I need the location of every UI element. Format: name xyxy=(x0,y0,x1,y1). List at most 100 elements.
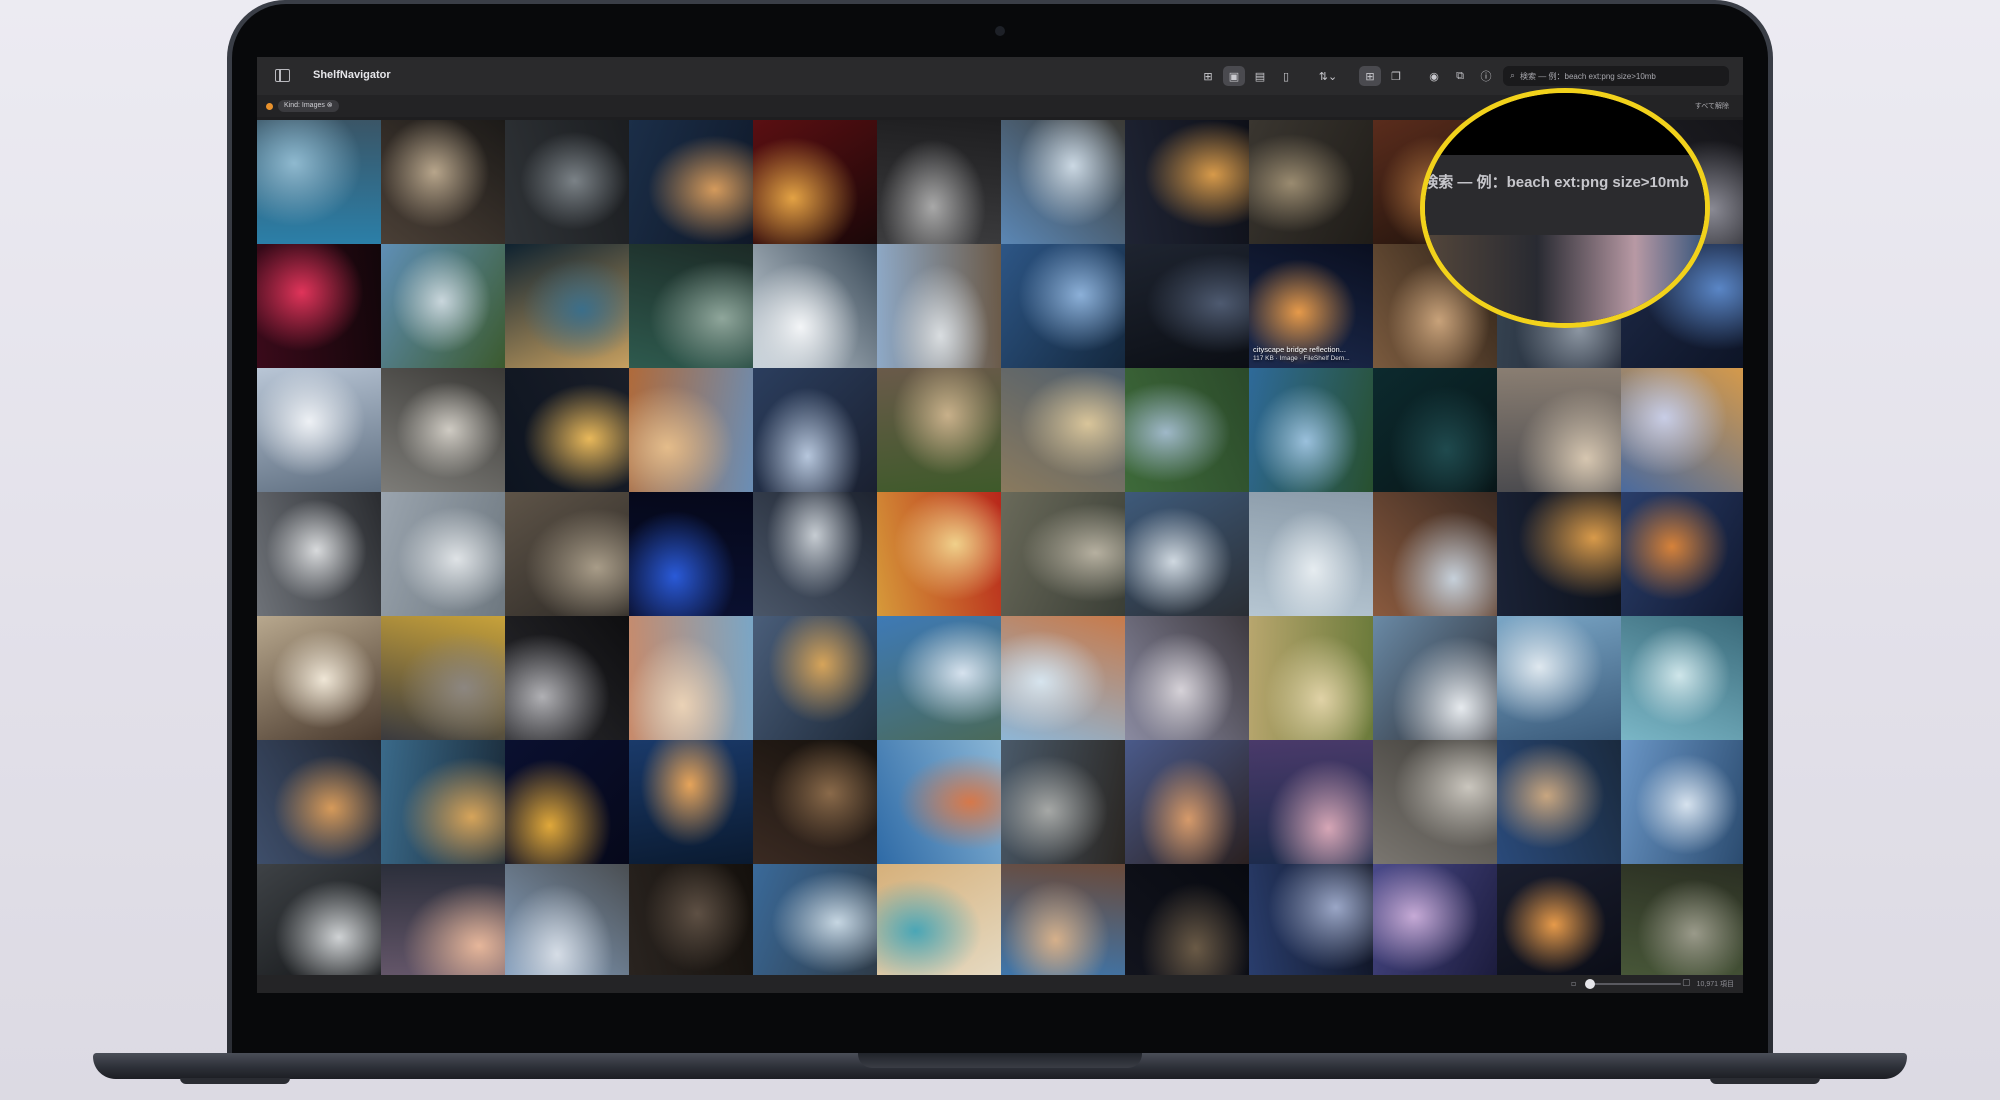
image-thumbnail[interactable] xyxy=(505,368,629,492)
image-thumbnail[interactable] xyxy=(1001,368,1125,492)
image-thumbnail[interactable] xyxy=(753,368,877,492)
image-thumbnail[interactable] xyxy=(629,492,753,616)
image-thumbnail[interactable] xyxy=(1249,864,1373,975)
image-thumbnail[interactable] xyxy=(257,120,381,244)
zoom-slider[interactable] xyxy=(1585,983,1681,985)
image-thumbnail[interactable] xyxy=(753,492,877,616)
image-thumbnail[interactable] xyxy=(629,368,753,492)
image-thumbnail[interactable]: cityscape bridge reflection... 117 KB · I… xyxy=(1249,244,1373,368)
image-thumbnail[interactable] xyxy=(1497,616,1621,740)
grid-small-icon[interactable]: ⊞ xyxy=(1197,66,1219,86)
image-thumbnail[interactable] xyxy=(1249,616,1373,740)
image-thumbnail[interactable] xyxy=(1373,864,1497,975)
preview-icon[interactable]: ◉ xyxy=(1423,66,1445,86)
image-thumbnail[interactable] xyxy=(629,864,753,975)
image-thumbnail[interactable] xyxy=(877,740,1001,864)
image-thumbnail[interactable] xyxy=(1249,740,1373,864)
image-thumbnail[interactable] xyxy=(753,244,877,368)
image-thumbnail[interactable] xyxy=(1373,740,1497,864)
image-thumbnail[interactable] xyxy=(1125,244,1249,368)
document-icon[interactable]: ▯ xyxy=(1275,66,1297,86)
image-thumbnail[interactable] xyxy=(1497,864,1621,975)
image-thumbnail[interactable] xyxy=(877,120,1001,244)
filmstrip-icon[interactable]: ▤ xyxy=(1249,66,1271,86)
image-thumbnail[interactable] xyxy=(877,864,1001,975)
image-thumbnail[interactable] xyxy=(505,244,629,368)
image-thumbnail[interactable] xyxy=(505,616,629,740)
image-thumbnail[interactable] xyxy=(1249,368,1373,492)
image-thumbnail[interactable] xyxy=(877,244,1001,368)
image-thumbnail[interactable] xyxy=(1249,120,1373,244)
callout-thumbnail-strip xyxy=(1425,235,1705,323)
image-thumbnail[interactable] xyxy=(505,492,629,616)
image-thumbnail[interactable] xyxy=(505,740,629,864)
image-thumbnail[interactable] xyxy=(1125,740,1249,864)
laptop-notch xyxy=(858,1053,1142,1068)
photo-icon[interactable]: ▣ xyxy=(1223,66,1245,86)
image-thumbnail[interactable] xyxy=(1621,368,1743,492)
image-thumbnail[interactable] xyxy=(1001,492,1125,616)
image-thumbnail[interactable] xyxy=(1497,368,1621,492)
item-count: 10,971 項目 xyxy=(1696,981,1734,988)
image-thumbnail[interactable] xyxy=(257,864,381,975)
image-thumbnail[interactable] xyxy=(1125,120,1249,244)
image-thumbnail[interactable] xyxy=(257,740,381,864)
filter-status-dot xyxy=(266,103,273,110)
image-thumbnail[interactable] xyxy=(257,616,381,740)
thumbnail-caption: cityscape bridge reflection... 117 KB · I… xyxy=(1253,345,1350,363)
image-thumbnail[interactable] xyxy=(1497,740,1621,864)
image-thumbnail[interactable] xyxy=(1621,740,1743,864)
grid-large-icon[interactable]: ⊞ xyxy=(1359,66,1381,86)
image-thumbnail[interactable] xyxy=(753,864,877,975)
image-thumbnail[interactable] xyxy=(753,740,877,864)
image-thumbnail[interactable] xyxy=(1125,864,1249,975)
image-thumbnail[interactable] xyxy=(381,120,505,244)
image-thumbnail[interactable] xyxy=(505,120,629,244)
image-thumbnail[interactable] xyxy=(1249,492,1373,616)
zoom-slider-knob[interactable] xyxy=(1584,979,1595,989)
image-thumbnail[interactable] xyxy=(257,368,381,492)
windows-icon[interactable]: ❐ xyxy=(1385,66,1407,86)
image-thumbnail[interactable] xyxy=(753,120,877,244)
image-thumbnail[interactable] xyxy=(629,244,753,368)
image-thumbnail[interactable] xyxy=(1001,616,1125,740)
image-thumbnail[interactable] xyxy=(1001,864,1125,975)
caption-title: cityscape bridge reflection... xyxy=(1253,345,1346,354)
image-thumbnail[interactable] xyxy=(381,244,505,368)
image-thumbnail[interactable] xyxy=(1621,616,1743,740)
image-thumbnail[interactable] xyxy=(381,368,505,492)
image-thumbnail[interactable] xyxy=(381,616,505,740)
image-thumbnail[interactable] xyxy=(629,616,753,740)
sidebar-icon[interactable] xyxy=(275,69,290,82)
image-thumbnail[interactable] xyxy=(381,864,505,975)
image-thumbnail[interactable] xyxy=(877,368,1001,492)
info-icon[interactable]: ⓘ xyxy=(1475,66,1497,86)
image-thumbnail[interactable] xyxy=(1001,740,1125,864)
image-thumbnail[interactable] xyxy=(877,492,1001,616)
image-thumbnail[interactable] xyxy=(505,864,629,975)
image-thumbnail[interactable] xyxy=(1125,368,1249,492)
image-thumbnail[interactable] xyxy=(753,616,877,740)
image-thumbnail[interactable] xyxy=(1001,120,1125,244)
image-thumbnail[interactable] xyxy=(1621,492,1743,616)
image-thumbnail[interactable] xyxy=(257,492,381,616)
image-thumbnail[interactable] xyxy=(629,120,753,244)
image-thumbnail[interactable] xyxy=(877,616,1001,740)
filter-chip-kind[interactable]: Kind: Images ⊗ xyxy=(278,100,339,112)
copy-icon[interactable]: ⧉ xyxy=(1449,66,1471,86)
image-thumbnail[interactable] xyxy=(629,740,753,864)
image-thumbnail[interactable] xyxy=(1373,492,1497,616)
image-thumbnail[interactable] xyxy=(1621,864,1743,975)
image-thumbnail[interactable] xyxy=(381,740,505,864)
image-thumbnail[interactable] xyxy=(1373,616,1497,740)
toolbar-separator xyxy=(1301,66,1309,86)
image-thumbnail[interactable] xyxy=(1373,368,1497,492)
image-thumbnail[interactable] xyxy=(1001,244,1125,368)
search-field[interactable]: ⌕ 検索 — 例：beach ext:png size>10mb xyxy=(1503,66,1729,86)
image-thumbnail[interactable] xyxy=(1125,492,1249,616)
image-thumbnail[interactable] xyxy=(381,492,505,616)
image-thumbnail[interactable] xyxy=(1125,616,1249,740)
sort-icon[interactable]: ⇅⌄ xyxy=(1313,66,1343,86)
image-thumbnail[interactable] xyxy=(257,244,381,368)
image-thumbnail[interactable] xyxy=(1497,492,1621,616)
